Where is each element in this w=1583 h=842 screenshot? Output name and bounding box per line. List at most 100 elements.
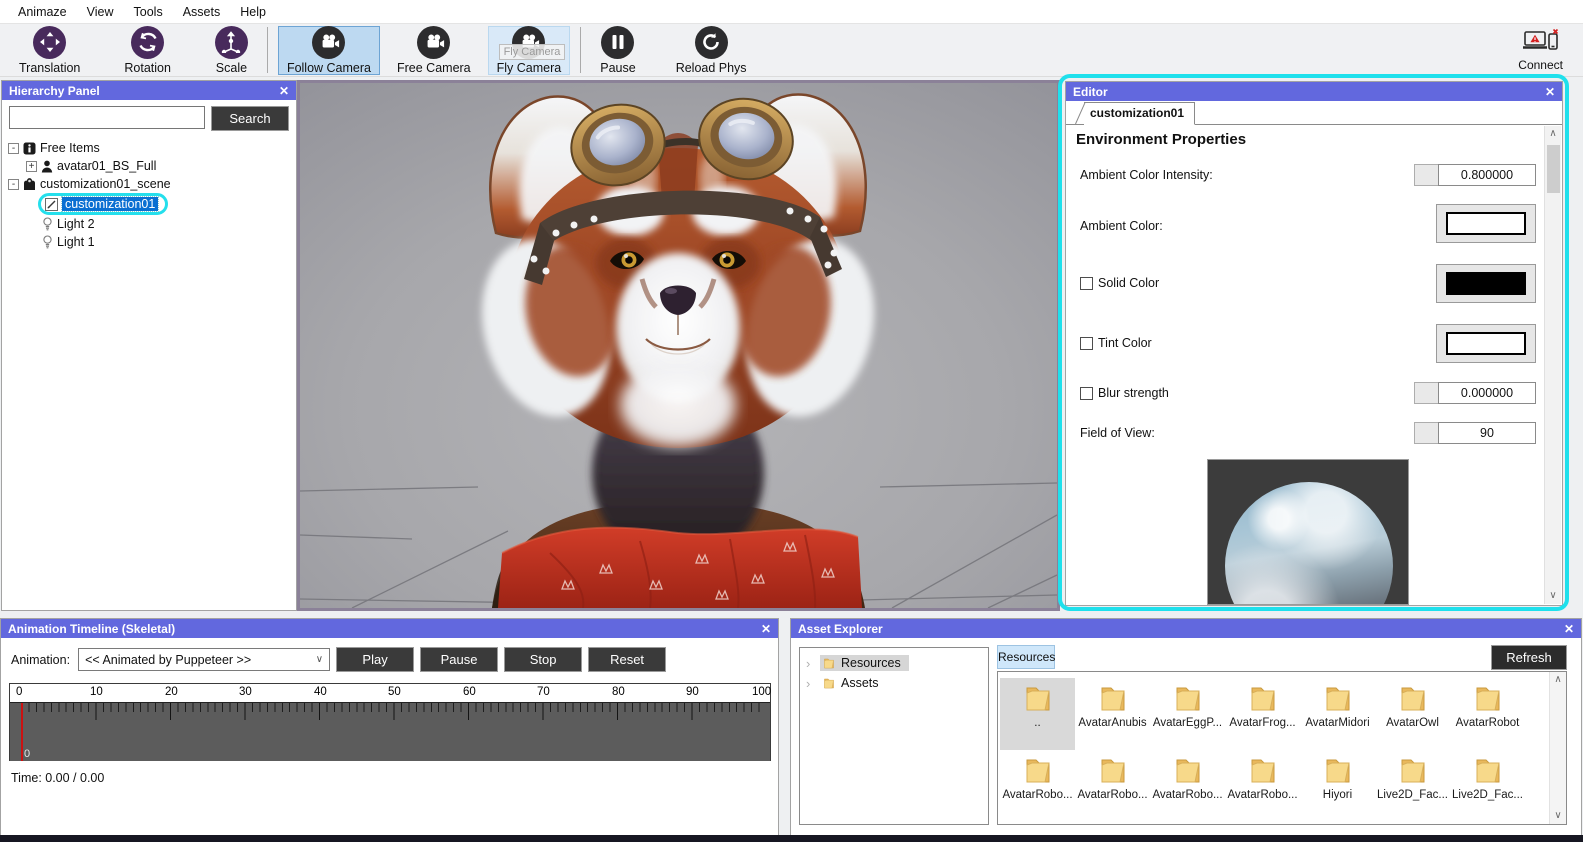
free-camera-button[interactable]: Free Camera — [388, 25, 480, 75]
rotation-button[interactable]: Rotation — [115, 25, 180, 75]
scale-button[interactable]: Scale — [206, 25, 257, 75]
close-icon[interactable]: ✕ — [761, 622, 771, 636]
fly-camera-label: Fly Camera — [496, 60, 562, 75]
folder-item[interactable]: Live2D_Fac... — [1375, 750, 1450, 822]
ambient-intensity-field[interactable]: 0.800000 — [1414, 164, 1536, 186]
editor-panel: Editor ✕ customization01 Environment Pro… — [1065, 81, 1563, 606]
close-icon[interactable]: ✕ — [1564, 622, 1574, 636]
play-button[interactable]: Play — [336, 647, 415, 672]
collapse-icon[interactable]: - — [8, 178, 19, 190]
folder-item[interactable]: Hiyori — [1300, 750, 1375, 822]
folder-item[interactable]: Live2D_Fac... — [1450, 750, 1525, 822]
tab-customization01[interactable]: customization01 — [1084, 102, 1196, 125]
scroll-up-icon[interactable]: ∧ — [1554, 672, 1561, 688]
tree-item-light2[interactable]: Light 2 — [8, 215, 292, 233]
close-icon[interactable]: ✕ — [279, 84, 289, 98]
connect-label: Connect — [1518, 58, 1563, 72]
asset-tree-resources[interactable]: › Resources — [800, 653, 988, 673]
folder-item[interactable]: AvatarMidori — [1300, 678, 1375, 750]
menu-animaze[interactable]: Animaze — [8, 1, 77, 23]
collapse-icon[interactable]: - — [8, 142, 19, 154]
scrollbar-thumb[interactable] — [1546, 145, 1560, 193]
color-swatch-white — [1446, 212, 1526, 235]
folder-item[interactable]: AvatarEggP... — [1150, 678, 1225, 750]
field-of-view-label: Field of View: — [1080, 426, 1155, 440]
scene-icon — [23, 177, 36, 191]
chevron-right-icon[interactable]: › — [806, 676, 816, 691]
translation-icon — [33, 25, 67, 59]
folder-item[interactable]: AvatarRobot — [1450, 678, 1525, 750]
animation-select-value: << Animated by Puppeteer >> — [85, 652, 252, 667]
folder-item[interactable]: AvatarRobo... — [1000, 750, 1075, 822]
close-icon[interactable]: ✕ — [1545, 85, 1555, 99]
search-input[interactable] — [9, 106, 205, 129]
timeline-controls: Animation: << Animated by Puppeteer >> ∨… — [1, 647, 778, 672]
asset-tree-label: Resources — [841, 656, 901, 670]
scroll-down-icon[interactable]: ∨ — [1554, 808, 1561, 824]
connect-button[interactable]: Connect — [1508, 26, 1573, 74]
reset-button[interactable]: Reset — [588, 647, 667, 672]
playhead[interactable] — [21, 703, 23, 761]
menu-tools[interactable]: Tools — [124, 1, 173, 23]
reload-phys-button[interactable]: Reload Phys — [667, 25, 756, 75]
menu-view[interactable]: View — [77, 1, 124, 23]
menu-help[interactable]: Help — [230, 1, 276, 23]
folder-item-up[interactable]: .. — [1000, 678, 1075, 750]
tree-item-free-items[interactable]: - Free Items — [8, 139, 292, 157]
folder-label: .. — [1034, 717, 1041, 729]
folder-item[interactable]: AvatarFrog... — [1225, 678, 1300, 750]
scroll-up-icon[interactable]: ∧ — [1549, 126, 1556, 142]
blur-strength-checkbox[interactable] — [1080, 386, 1093, 400]
menu-assets[interactable]: Assets — [173, 1, 231, 23]
field-of-view-field[interactable]: 90 — [1414, 422, 1536, 444]
animation-select[interactable]: << Animated by Puppeteer >> ∨ — [78, 648, 331, 671]
folder-label: AvatarRobo... — [1152, 789, 1223, 801]
ambient-intensity-label: Ambient Color Intensity: — [1080, 168, 1213, 182]
ambient-color-button[interactable] — [1436, 204, 1536, 243]
blur-strength-value[interactable]: 0.000000 — [1438, 382, 1536, 404]
timeline-track[interactable]: 0 — [10, 702, 770, 761]
expand-icon[interactable]: + — [26, 160, 37, 172]
tree-item-customization01[interactable]: customization01 — [8, 193, 292, 215]
asset-scrollbar[interactable]: ∧ ∨ — [1549, 672, 1566, 824]
ruler-label: 30 — [239, 686, 252, 698]
scroll-down-icon[interactable]: ∨ — [1549, 588, 1556, 604]
skybox-sphere-image — [1225, 482, 1393, 604]
tree-item-avatar[interactable]: + avatar01_BS_Full — [8, 157, 292, 175]
folder-item[interactable]: AvatarOwl — [1375, 678, 1450, 750]
search-button[interactable]: Search — [211, 106, 289, 131]
avatar-scarf — [498, 526, 862, 609]
tint-color-checkbox[interactable] — [1080, 336, 1093, 350]
refresh-button[interactable]: Refresh — [1491, 645, 1567, 670]
pause-button[interactable]: Pause — [591, 25, 644, 75]
tree-item-light1[interactable]: Light 1 — [8, 233, 292, 251]
drag-grip[interactable] — [1414, 382, 1438, 404]
solid-color-button[interactable] — [1436, 264, 1536, 303]
ambient-intensity-value[interactable]: 0.800000 — [1438, 164, 1536, 186]
drag-grip[interactable] — [1414, 164, 1438, 186]
follow-camera-button[interactable]: Follow Camera — [277, 25, 380, 75]
viewport-3d[interactable] — [297, 80, 1060, 611]
chevron-right-icon[interactable]: › — [806, 656, 816, 671]
tab-resources[interactable]: Resources — [997, 645, 1055, 669]
tree-item-scene[interactable]: - customization01_scene — [8, 175, 292, 193]
asset-tree-assets[interactable]: › Assets — [800, 673, 988, 693]
skybox-preview[interactable] — [1207, 459, 1409, 605]
translation-button[interactable]: Translation — [10, 25, 89, 75]
drag-grip[interactable] — [1414, 422, 1438, 444]
scale-icon — [214, 25, 248, 59]
solid-color-checkbox[interactable] — [1080, 276, 1093, 290]
folder-item[interactable]: AvatarRobo... — [1150, 750, 1225, 822]
editor-scrollbar[interactable]: ∧ ∨ — [1544, 126, 1561, 604]
field-of-view-value[interactable]: 90 — [1438, 422, 1536, 444]
folder-item[interactable]: AvatarRobo... — [1225, 750, 1300, 822]
tint-color-button[interactable] — [1436, 324, 1536, 363]
blur-strength-field[interactable]: 0.000000 — [1414, 382, 1536, 404]
pause-button-timeline[interactable]: Pause — [420, 647, 499, 672]
timeline-ruler[interactable]: 0 10 20 30 40 50 60 70 80 90 100 0 — [9, 683, 771, 761]
folder-item[interactable]: AvatarRobo... — [1075, 750, 1150, 822]
folder-icon — [1251, 687, 1275, 711]
tree-item-label: Light 2 — [57, 217, 95, 231]
stop-button[interactable]: Stop — [504, 647, 583, 672]
folder-item[interactable]: AvatarAnubis — [1075, 678, 1150, 750]
